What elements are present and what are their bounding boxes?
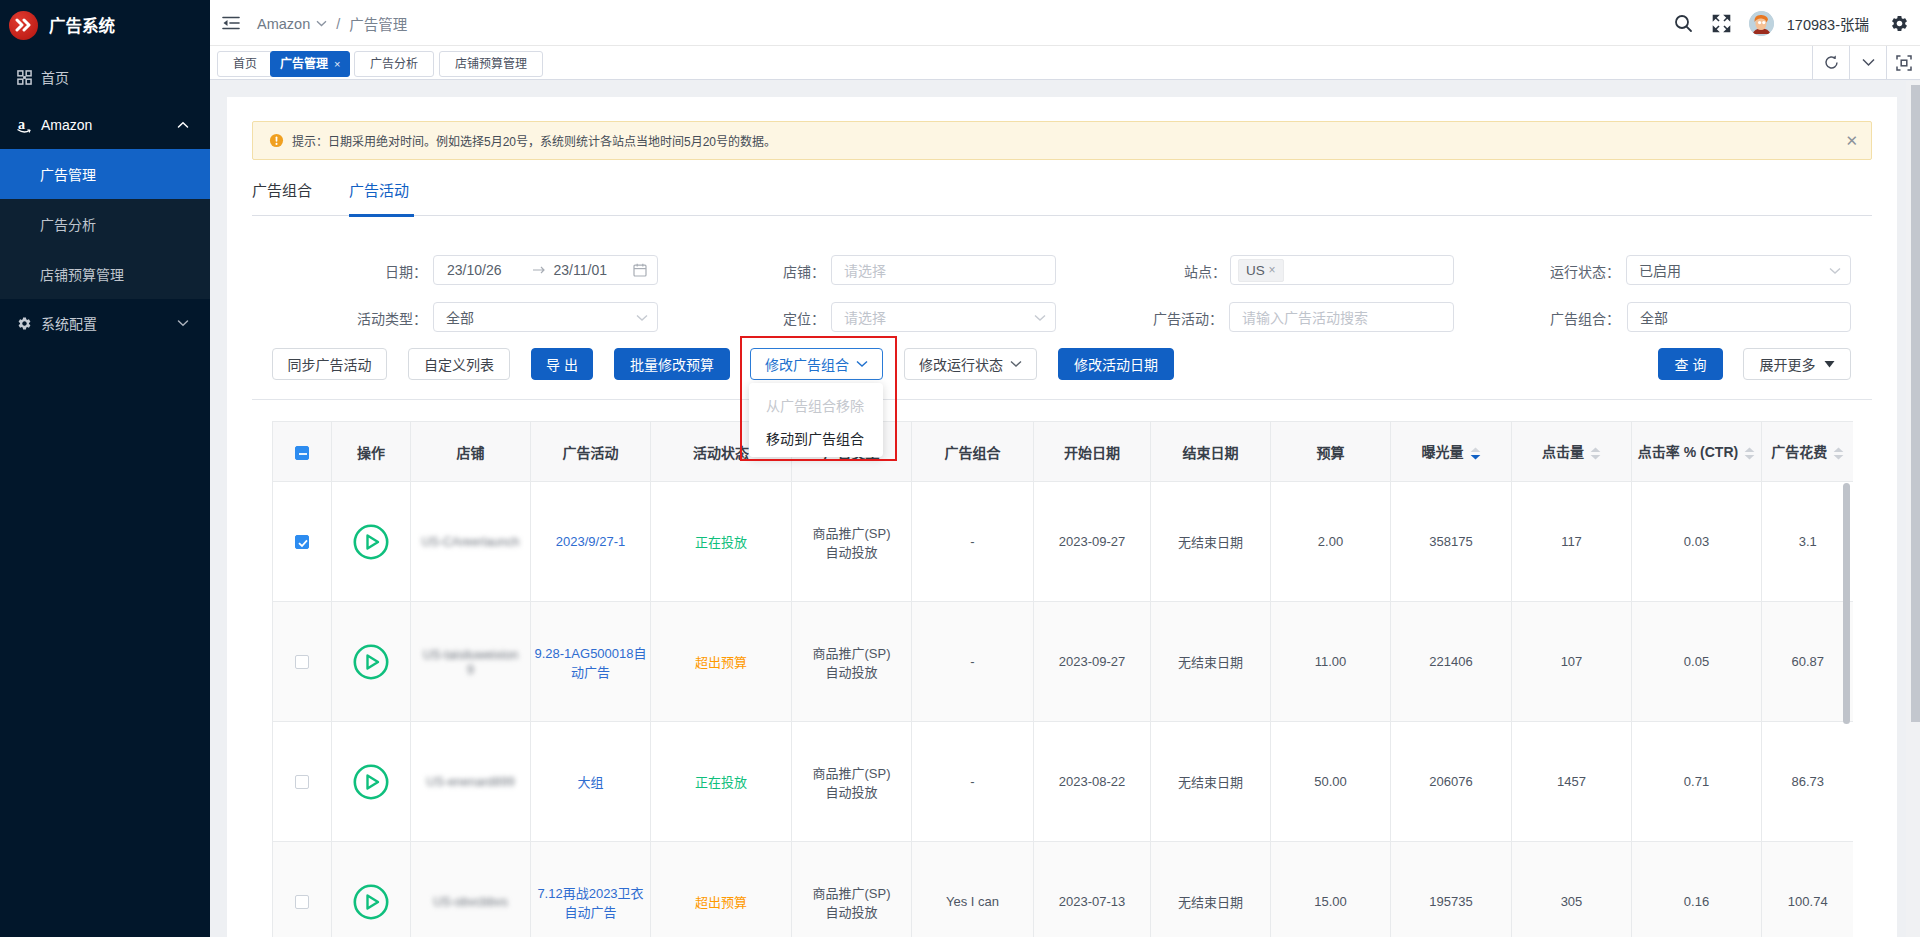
svg-text:a: a bbox=[18, 115, 25, 131]
